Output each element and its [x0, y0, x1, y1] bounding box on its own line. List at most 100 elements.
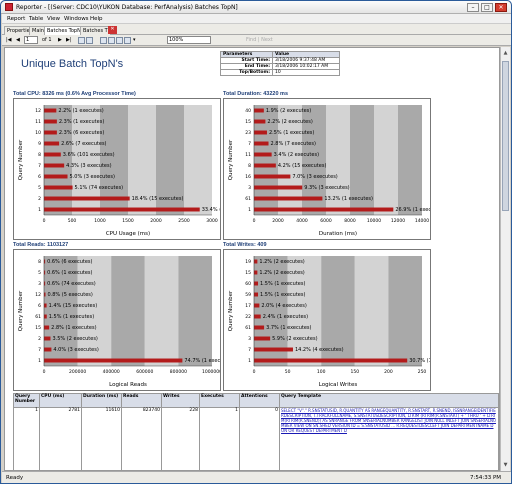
bar-data-label: 1.5% (1 executes) — [260, 281, 305, 287]
menu-view[interactable]: View — [47, 16, 60, 22]
plot-band — [144, 256, 179, 366]
menu-table[interactable]: Table — [29, 16, 43, 22]
page-setup-icon[interactable] — [116, 37, 123, 44]
report-viewer[interactable]: Unique Batch TopN's Parameters Value Sta… — [4, 47, 500, 471]
prev-page-icon[interactable]: ◀ — [16, 37, 20, 44]
last-page-icon[interactable]: ▶| — [66, 37, 72, 44]
bar-data-label: 1.5% (1 executes) — [260, 292, 305, 298]
query-template-link[interactable]: SELECT "V"." R.SNSTATUSID, R.QUANTITY AS… — [281, 408, 497, 470]
bar — [44, 174, 68, 179]
bar — [254, 314, 261, 319]
bar-data-label: 3.6% (101 executes) — [63, 152, 115, 158]
y-tick-label: 61 — [35, 314, 41, 320]
first-page-icon[interactable]: |◀ — [6, 37, 12, 44]
find-next[interactable]: Find | Next — [246, 37, 273, 43]
menu-report[interactable]: Report — [7, 16, 25, 22]
bar-data-label: 2.0% (4 executes) — [261, 303, 306, 309]
bar-chart-svg: 1.2% (2 executes) 19 1.2% (2 executes) 15 1.… — [228, 256, 430, 388]
scroll-down-icon[interactable]: ▼ — [502, 461, 509, 469]
title-bar[interactable]: Reporter - [(Server: CDC10\YUKON Databas… — [1, 1, 511, 14]
y-tick-label: 12 — [35, 108, 41, 114]
print-icon[interactable] — [100, 37, 107, 44]
x-axis-title: CPU Usage (ms) — [106, 231, 150, 237]
menu-windows[interactable]: Windows — [64, 16, 89, 22]
bar — [44, 130, 57, 135]
bar-data-label: 5.9% (2 executes) — [272, 336, 317, 342]
y-tick-label: 8 — [248, 163, 251, 169]
x-tick-label: 1000000 — [202, 369, 220, 375]
y-tick-label: 3 — [248, 185, 251, 191]
bar — [44, 119, 57, 124]
x-tick-label: 2000 — [272, 218, 284, 224]
y-tick-label: 1 — [38, 207, 41, 213]
export-icon[interactable] — [124, 37, 131, 44]
col-query-template: Query Template — [279, 393, 499, 408]
bar — [254, 185, 303, 190]
bar-data-label: 13.2% (1 executes) — [324, 196, 373, 202]
bar — [44, 152, 61, 157]
col-executes: Executes — [199, 393, 240, 408]
next-page-icon[interactable]: ▶ — [58, 37, 62, 44]
col-cpu: CPU (ms) — [39, 393, 82, 408]
window-title: Reporter - [(Server: CDC10\YUKON Databas… — [16, 4, 238, 11]
y-tick-label: 59 — [245, 292, 251, 298]
col-attentions: Attentions — [239, 393, 280, 408]
zoom-select[interactable]: 100% — [167, 36, 211, 44]
query-detail-table: Query Number CPU (ms) Duration (ms) Read… — [13, 393, 499, 470]
report-toolbar: |◀ ◀ 1 of 1 ▶ ▶| ▾ 100% Find | Next — [2, 35, 511, 46]
close-button[interactable]: ✕ — [495, 3, 507, 12]
y-tick-label: 10 — [35, 130, 41, 136]
bar-data-label: 33.4% (1 executes) — [202, 207, 220, 213]
bar-data-label: 74.7% (1 executes) — [184, 358, 220, 364]
minimize-button[interactable]: – — [467, 3, 479, 12]
app-window: Reporter - [(Server: CDC10\YUKON Databas… — [0, 0, 512, 484]
tab-batches-t[interactable]: Batches T — [80, 26, 111, 35]
x-tick-label: 12000 — [391, 218, 405, 224]
y-tick-label: 1 — [248, 207, 251, 213]
param-key: Top/Bottom: — [220, 69, 273, 76]
x-tick-label: 8000 — [344, 218, 356, 224]
menu-help[interactable]: Help — [90, 16, 103, 22]
bar-data-label: 7.0% (3 executes) — [292, 174, 337, 180]
y-tick-label: 1 — [248, 358, 251, 364]
bar — [254, 336, 271, 341]
cpu-chart-title: Total CPU: 8326 ms (0.6% Avg Processor T… — [13, 91, 136, 97]
scroll-thumb[interactable] — [502, 61, 509, 211]
x-tick-label: 1000 — [94, 218, 106, 224]
bar — [254, 163, 276, 168]
bar-data-label: 4.0% (3 executes) — [53, 347, 98, 353]
bar — [254, 119, 266, 124]
bar — [254, 281, 259, 286]
x-axis-title: Logical Writes — [319, 382, 358, 388]
maximize-button[interactable]: □ — [481, 3, 493, 12]
writes-chart: 1.2% (2 executes) 19 1.2% (2 executes) 15 1.… — [223, 249, 431, 391]
col-reads: Reads — [121, 393, 162, 408]
y-tick-label: 7 — [248, 141, 251, 147]
y-tick-label: 15 — [35, 325, 41, 331]
status-text: Ready — [6, 475, 24, 481]
print-layout-icon[interactable] — [108, 37, 115, 44]
vertical-scrollbar[interactable]: ▲ ▼ — [500, 47, 510, 471]
bar — [254, 174, 291, 179]
x-tick-label: 4000 — [296, 218, 308, 224]
export-dropdown-icon[interactable]: ▾ — [133, 37, 136, 44]
col-duration: Duration (ms) — [81, 393, 122, 408]
bar-data-label: 5.0% (3 executes) — [70, 174, 115, 180]
bar — [44, 347, 52, 352]
x-tick-label: 1500 — [122, 218, 134, 224]
bar-data-label: 4.2% (15 executes) — [278, 163, 327, 169]
bar — [44, 336, 51, 341]
page-number-input[interactable]: 1 — [24, 36, 38, 44]
scroll-up-icon[interactable]: ▲ — [502, 49, 509, 57]
bar-data-label: 0.6% (74 executes) — [47, 281, 96, 287]
stop-icon[interactable] — [78, 37, 85, 44]
y-tick-label: 7 — [38, 163, 41, 169]
x-tick-label: 600000 — [136, 369, 153, 375]
tab-batches-topn[interactable]: Batches TopN — [44, 26, 84, 35]
close-tab-icon[interactable]: ✕ — [108, 26, 117, 34]
bar-data-label: 2.8% (7 executes) — [271, 141, 316, 147]
bar-data-label: 1.2% (2 executes) — [259, 259, 304, 265]
bar — [254, 130, 267, 135]
y-axis-title: Query Number — [228, 290, 234, 331]
refresh-icon[interactable] — [86, 37, 93, 44]
